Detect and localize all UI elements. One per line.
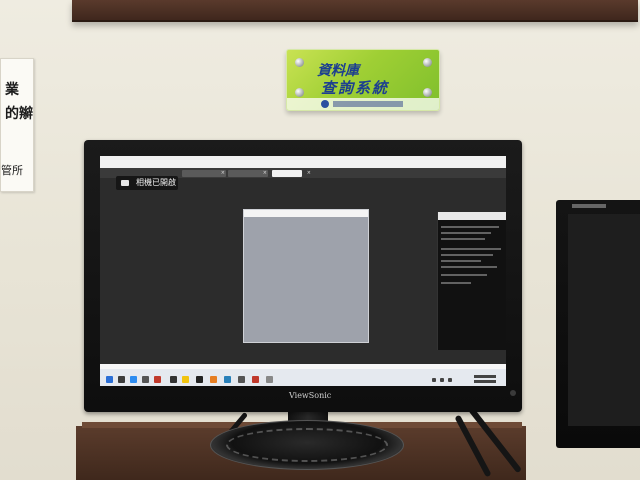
console-line xyxy=(441,232,491,234)
second-monitor-label xyxy=(572,204,606,208)
folder-icon[interactable] xyxy=(182,376,189,383)
image-viewer-window[interactable] xyxy=(243,209,369,343)
paper-text-line2: 的辮 xyxy=(5,106,33,122)
browser-tab-active[interactable] xyxy=(272,170,302,177)
taskbar-app-icon[interactable] xyxy=(266,376,273,383)
browser-tab[interactable]: × xyxy=(182,170,226,177)
monitor-brand-label: ViewSonic xyxy=(289,391,332,400)
console-line xyxy=(441,282,471,284)
taskbar-search-strip xyxy=(100,364,506,369)
console-line xyxy=(441,274,487,276)
console-line xyxy=(441,248,501,250)
close-icon[interactable]: × xyxy=(307,170,311,177)
taskbar-clock[interactable] xyxy=(474,373,500,384)
battery-icon[interactable] xyxy=(448,378,452,382)
console-line xyxy=(441,260,481,262)
monitor-screen: × × × 相機已開啟 xyxy=(100,156,506,386)
volume-icon[interactable] xyxy=(440,378,444,382)
wooden-shelf xyxy=(72,0,638,22)
sign-footer xyxy=(287,98,439,110)
taskbar-app-icon[interactable] xyxy=(142,376,149,383)
edge-icon[interactable] xyxy=(130,376,137,383)
console-line xyxy=(441,226,499,228)
taskbar-app-icon[interactable] xyxy=(118,376,125,383)
browser-tab[interactable]: × xyxy=(228,170,268,177)
network-icon[interactable] xyxy=(432,378,436,382)
screw-icon xyxy=(423,58,432,67)
organization-logo-icon xyxy=(321,100,329,108)
taskbar-app-icon[interactable] xyxy=(252,376,259,383)
screw-icon xyxy=(295,88,304,97)
screw-icon xyxy=(295,58,304,67)
console-line xyxy=(441,238,485,240)
paper-text-line1: 業 xyxy=(5,82,19,98)
organization-name-strip xyxy=(333,101,403,107)
console-titlebar[interactable] xyxy=(438,212,506,220)
camera-icon xyxy=(121,180,129,186)
console-line xyxy=(441,266,497,268)
taskbar-app-icon[interactable] xyxy=(196,376,203,383)
tab-close-icon[interactable]: × xyxy=(263,170,267,177)
taskbar-app-icon[interactable] xyxy=(170,376,177,383)
vscode-icon[interactable] xyxy=(224,376,231,383)
monitor-stand-ring xyxy=(226,428,388,462)
taskbar-app-icon[interactable] xyxy=(210,376,217,383)
monitor-power-button[interactable] xyxy=(510,390,516,396)
camera-notification: 相機已開啟 xyxy=(116,176,178,190)
image-viewer-titlebar[interactable] xyxy=(244,210,368,217)
console-window[interactable] xyxy=(437,212,506,350)
browser-titlebar xyxy=(100,156,506,168)
sign-title-line2: 查詢系統 xyxy=(321,79,390,97)
taskbar xyxy=(100,364,506,386)
paper-text-line3: 管所 xyxy=(1,164,23,177)
second-monitor-screen xyxy=(568,214,640,426)
new-tab-button[interactable]: × xyxy=(304,170,312,177)
wall-paper-notice: 業 的辮 管所 xyxy=(0,58,34,192)
clock-date-line xyxy=(474,380,496,383)
database-query-sign: 資料庫 查詢系統 xyxy=(286,49,440,111)
camera-notification-text: 相機已開啟 xyxy=(136,178,176,187)
taskbar-app-icon[interactable] xyxy=(154,376,161,383)
terminal-icon[interactable] xyxy=(238,376,245,383)
tab-close-icon[interactable]: × xyxy=(221,170,225,177)
clock-time-line xyxy=(474,375,496,378)
start-icon[interactable] xyxy=(106,376,113,383)
screw-icon xyxy=(423,88,432,97)
console-line xyxy=(441,254,493,256)
